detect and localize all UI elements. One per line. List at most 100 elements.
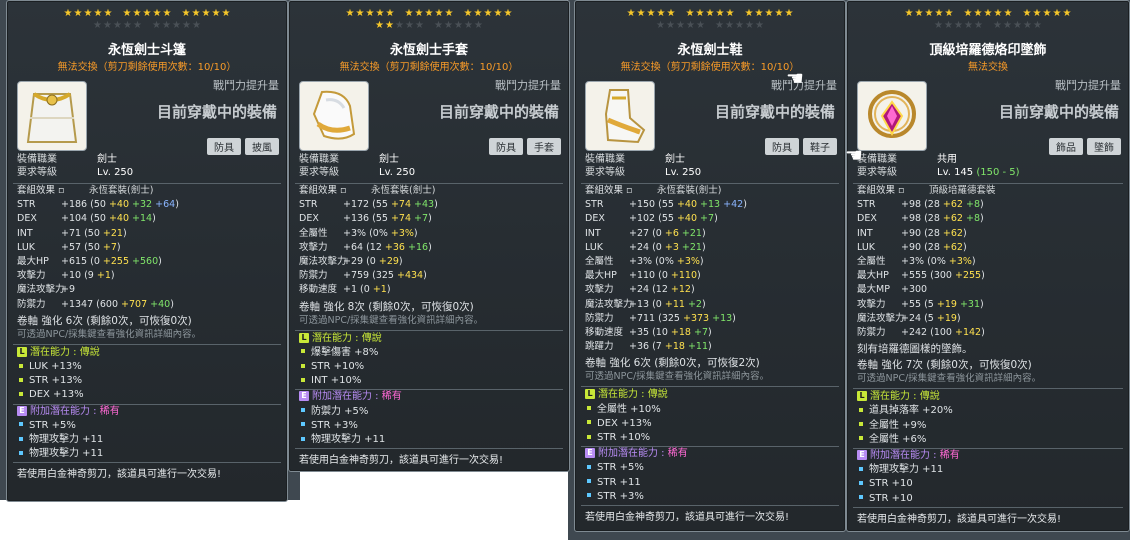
job-label: 裝備職業 — [299, 154, 339, 165]
stat-base: (325 — [658, 312, 683, 324]
bonus-potential-title: 附加潛在能力 : — [598, 448, 668, 460]
potential-line: STR +13% — [17, 374, 281, 388]
star-icon: ★ — [221, 8, 231, 19]
stat-label: 魔法攻擊力 — [585, 298, 633, 310]
stat-base: ) — [697, 270, 701, 282]
stat-label: DEX — [857, 213, 877, 225]
bonus-potential-line: STR +11 — [585, 476, 839, 490]
stat-label: INT — [857, 227, 873, 239]
pointer-hand-icon: ☚ — [786, 66, 804, 90]
stat-bonus: +40 — [676, 213, 698, 225]
stat-row: LUK +24 (0 +3 +21) — [585, 241, 839, 255]
stat-base: (50 — [90, 213, 109, 225]
set-effect-label: 套組效果 ▫ — [299, 185, 347, 196]
star-icon: ★ — [152, 8, 162, 19]
star-icon: ★ — [964, 20, 973, 31]
stat-bonus: +40 — [108, 199, 130, 211]
star-icon: ★ — [444, 8, 454, 19]
item-title: 頂級培羅德烙印墜飾 — [929, 43, 1047, 58]
potential-line: STR +10% — [585, 431, 839, 445]
req-level-label: 要求等級 — [299, 167, 339, 178]
item-icon — [585, 81, 655, 151]
potential-line: DEX +13% — [17, 388, 281, 402]
bonus-potential-title: 附加潛在能力 : — [30, 405, 100, 417]
req-level-label: 要求等級 — [857, 167, 897, 178]
stat-base: (0 — [652, 241, 665, 253]
stat-base: ) — [981, 270, 985, 282]
job-value: 劍士 — [379, 154, 399, 165]
stat-row: 全屬性 +3% (0% +3%) — [299, 227, 563, 241]
star-icon: ★ — [395, 20, 404, 31]
trade-footer: 若使用白金神奇剪刀，該道具可進行一次交易! — [299, 455, 504, 467]
stat-label: INT — [585, 227, 601, 239]
stat-row: 最大MP +300 — [857, 283, 1123, 297]
star-icon: ★ — [415, 20, 424, 31]
star-icon: ★ — [142, 8, 152, 19]
stat-row: 防禦力 +1347 (600 +707 +40) — [17, 298, 281, 312]
stat-bonus: +373 — [682, 312, 710, 324]
bonus-potential-section: E 附加潛在能力 : 稀有 STR +5% STR +11 STR +3% — [585, 447, 839, 504]
requirements: 裝備職業 劍士 要求等級 Lv. 250 — [17, 153, 133, 179]
divider — [13, 343, 281, 345]
scroll-upgrade-line: 卷軸 強化 6次 (剩餘0次，可恢復2次) — [585, 357, 760, 370]
stat-base: ) — [398, 256, 403, 268]
star-icon: ★ — [904, 8, 914, 19]
star-icon: ★ — [646, 8, 656, 19]
stat-base: ) — [434, 199, 438, 211]
potential-grade: 傳說 — [647, 389, 668, 401]
stat-bonus: +31 — [959, 298, 981, 310]
stat-base: ) — [428, 213, 432, 225]
stat-label: DEX — [17, 213, 37, 225]
stat-bonus: +707 — [121, 298, 148, 310]
stat-row: STR +186 (50 +40 +32 +64) — [17, 198, 281, 212]
stat-bonus: +21 — [681, 241, 702, 253]
potential-section: L 潛在能力 : 傳說 爆擊傷害 +8% STR +10% INT +10% — [299, 332, 563, 389]
star-icon: ★ — [944, 8, 954, 19]
fight-power-label: 戰鬥力提升量 — [771, 79, 837, 92]
potential-title: 潛在能力 : — [30, 346, 80, 358]
set-effect-label: 套組效果 ▫ — [17, 185, 65, 196]
star-icon: ★ — [1003, 20, 1012, 31]
stat-bonus: +29 — [378, 256, 399, 268]
fight-power-label: 戰鬥力提升量 — [495, 79, 561, 92]
stat-total: +55 — [901, 298, 925, 310]
stat-base: ) — [699, 256, 704, 268]
stat-label: 攻擊力 — [585, 284, 614, 296]
stat-total: +759 — [343, 270, 373, 282]
stat-label: 防禦力 — [299, 270, 328, 282]
star-icon: ★ — [122, 8, 132, 19]
bonus-potential-grade: 稀有 — [667, 448, 688, 460]
stat-bonus: +2 — [687, 298, 702, 310]
stat-base: ) — [708, 327, 712, 339]
stat-base: (55 — [658, 199, 677, 211]
bonus-potential-grade: 稀有 — [99, 405, 120, 417]
star-icon: ★ — [666, 20, 675, 31]
bonus-potential-line: 物理攻擊力 +11 — [17, 447, 281, 461]
star-force-rating: ★★★★★ ★★★★★ ★★★★★ ★★★★★ ★★★★★ — [847, 8, 1129, 34]
star-icon: ★ — [385, 20, 394, 31]
stat-base: (28 — [924, 213, 943, 225]
stat-base: ) — [701, 298, 706, 310]
stat-label: STR — [299, 199, 318, 211]
stat-bonus: +12 — [670, 284, 691, 296]
trade-footer: 若使用白金神奇剪刀，該道具可進行一次交易! — [857, 513, 1062, 525]
stat-row: DEX +102 (55 +40 +7) — [585, 212, 839, 226]
stat-label: 全屬性 — [299, 227, 328, 239]
stat-row: 跳躍力 +36 (7 +18 +11) — [585, 340, 839, 354]
stat-base: ) — [428, 241, 432, 253]
stat-label: 最大HP — [585, 270, 617, 282]
star-icon: ★ — [784, 8, 794, 19]
stat-label: DEX — [585, 213, 605, 225]
stat-base: (55 — [658, 213, 677, 225]
star-icon: ★ — [434, 8, 444, 19]
stat-row: LUK +57 (50 +7) — [17, 241, 281, 255]
stat-label: STR — [585, 199, 604, 211]
bonus-potential-section: E 附加潛在能力 : 稀有 物理攻擊力 +11 STR +10 STR +10 — [857, 449, 1123, 506]
stat-bonus: +13 — [700, 199, 721, 211]
stat-total: +300 — [901, 284, 928, 296]
star-icon: ★ — [656, 20, 665, 31]
star-icon: ★ — [434, 20, 443, 31]
stat-label: 魔法攻擊力 — [299, 256, 347, 268]
stat-total: +24 — [629, 284, 653, 296]
bonus-potential-section: E 附加潛在能力 : 稀有 防禦力 +5% STR +3% 物理攻擊力 +11 — [299, 390, 563, 447]
